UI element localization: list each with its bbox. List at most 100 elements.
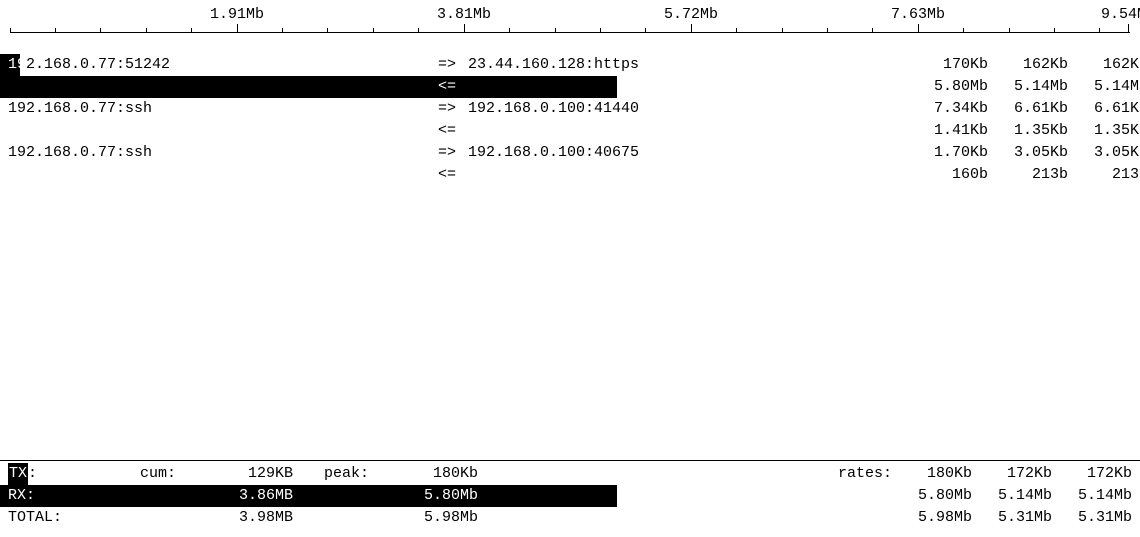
connection-dest-blank [468, 120, 908, 142]
rate-2s: 5.80Mb [908, 76, 988, 98]
tx-rate-40s: 172Kb [1052, 463, 1132, 485]
rate-10s: 162Kb [988, 54, 1068, 76]
ruler-tick-minor [509, 28, 510, 32]
rx-cum: 3.86MB [188, 485, 293, 507]
peak-label: peak: [293, 463, 373, 485]
ruler-tick-minor [146, 28, 147, 32]
rate-10s: 5.14Mb [988, 76, 1068, 98]
rx-peak: 5.80Mb [373, 485, 478, 507]
ruler-label: 3.81Mb [437, 4, 491, 26]
connection-row-in[interactable]: <= 5.80Mb 5.14Mb 5.14Mb [0, 76, 1140, 98]
rate-40s: 5.14Mb [1068, 76, 1140, 98]
ruler-tick-minor [100, 28, 101, 32]
connection-row-in[interactable]: <= 160b 213b 213b [0, 164, 1140, 186]
connection-dest-address: 23.44.160.128:https [468, 54, 908, 76]
tx-peak: 180Kb [373, 463, 478, 485]
cum-label: cum: [78, 463, 188, 485]
rates-label: rates: [822, 463, 892, 485]
rate-2s: 170Kb [908, 54, 988, 76]
ruler-baseline [10, 32, 1130, 33]
ruler-tick-minor [1099, 28, 1100, 32]
ruler-tick-minor [782, 28, 783, 32]
summary-tx-row: TX: cum: 129KB peak: 180Kb rates: 180Kb … [0, 463, 1140, 485]
total-rate-10s: 5.31Mb [972, 507, 1052, 529]
rx-rate-40s: 5.14Mb [1052, 485, 1132, 507]
rx-label: RX: [8, 485, 78, 507]
total-label: TOTAL: [8, 507, 78, 529]
out-arrow-icon: => [438, 142, 468, 164]
ruler-label: 5.72Mb [664, 4, 718, 26]
out-arrow-icon: => [438, 54, 468, 76]
peak-label-blank [293, 507, 373, 529]
ruler-tick-minor [1009, 28, 1010, 32]
summary-footer: TX: cum: 129KB peak: 180Kb rates: 180Kb … [0, 460, 1140, 529]
ruler-tick-minor [418, 28, 419, 32]
ruler-tick-minor [1054, 28, 1055, 32]
tx-rate-10s: 172Kb [972, 463, 1052, 485]
tx-rate-2s: 180Kb [892, 463, 972, 485]
rx-rate-10s: 5.14Mb [972, 485, 1052, 507]
rate-2s: 160b [908, 164, 988, 186]
ruler-tick-minor [736, 28, 737, 32]
summary-total-row: TOTAL: 3.98MB 5.98Mb 5.98Mb 5.31Mb 5.31M… [0, 507, 1140, 529]
cum-label-blank [78, 507, 188, 529]
total-rate-2s: 5.98Mb [892, 507, 972, 529]
connection-source-blank [8, 76, 438, 98]
ruler-tick-minor [827, 28, 828, 32]
ruler-label: 1.91Mb [210, 4, 264, 26]
ruler-tick-minor [645, 28, 646, 32]
connection-list: 192.168.0.77:51242 => 23.44.160.128:http… [0, 54, 1140, 186]
connection-dest-address: 192.168.0.100:41440 [468, 98, 908, 120]
in-arrow-icon: <= [438, 164, 468, 186]
in-arrow-icon: <= [438, 76, 468, 98]
rate-10s: 1.35Kb [988, 120, 1068, 142]
connection-dest-blank [468, 76, 908, 98]
ruler-tick-minor [555, 28, 556, 32]
connection-row-in[interactable]: <= 1.41Kb 1.35Kb 1.35Kb [0, 120, 1140, 142]
connection-dest-address: 192.168.0.100:40675 [468, 142, 908, 164]
rate-40s: 162Kb [1068, 54, 1140, 76]
ruler-tick-minor [600, 28, 601, 32]
rate-10s: 6.61Kb [988, 98, 1068, 120]
rate-10s: 3.05Kb [988, 142, 1068, 164]
out-arrow-icon: => [438, 98, 468, 120]
ruler-tick-minor [373, 28, 374, 32]
connection-row-out[interactable]: 192.168.0.77:51242 => 23.44.160.128:http… [0, 54, 1140, 76]
ruler-tick-minor [10, 28, 11, 32]
connection-source-address: 192.168.0.77:ssh [8, 98, 438, 120]
connection-source-blank [8, 120, 438, 142]
connection-source-address: 192.168.0.77:51242 [8, 54, 438, 76]
ruler-tick-minor [191, 28, 192, 32]
connection-source-blank [8, 164, 438, 186]
in-arrow-icon: <= [438, 120, 468, 142]
ruler-tick-minor [963, 28, 964, 32]
peak-label-blank [293, 485, 373, 507]
ruler-tick-minor [282, 28, 283, 32]
connection-row-out[interactable]: 192.168.0.77:ssh => 192.168.0.100:40675 … [0, 142, 1140, 164]
connection-dest-blank [468, 164, 908, 186]
bandwidth-scale-ruler: 1.91Mb 3.81Mb 5.72Mb 7.63Mb 9.54Mb [0, 0, 1140, 44]
ruler-tick-minor [55, 28, 56, 32]
rates-label-blank [822, 507, 892, 529]
ruler-tick-minor [872, 28, 873, 32]
total-rate-40s: 5.31Mb [1052, 507, 1132, 529]
cum-label-blank [78, 485, 188, 507]
summary-rx-row: RX: 3.86MB 5.80Mb 5.80Mb 5.14Mb 5.14Mb [0, 485, 1140, 507]
ruler-label: 9.54Mb [1101, 4, 1140, 26]
total-peak: 5.98Mb [373, 507, 478, 529]
rate-2s: 7.34Kb [908, 98, 988, 120]
rate-40s: 213b [1068, 164, 1140, 186]
rate-10s: 213b [988, 164, 1068, 186]
connection-source-address: 192.168.0.77:ssh [8, 142, 438, 164]
rate-40s: 6.61Kb [1068, 98, 1140, 120]
total-cum: 3.98MB [188, 507, 293, 529]
rate-40s: 3.05Kb [1068, 142, 1140, 164]
rate-2s: 1.70Kb [908, 142, 988, 164]
tx-label: TX: [8, 463, 78, 485]
rates-label-blank [822, 485, 892, 507]
connection-row-out[interactable]: 192.168.0.77:ssh => 192.168.0.100:41440 … [0, 98, 1140, 120]
rx-rate-2s: 5.80Mb [892, 485, 972, 507]
rate-2s: 1.41Kb [908, 120, 988, 142]
rate-40s: 1.35Kb [1068, 120, 1140, 142]
ruler-label: 7.63Mb [891, 4, 945, 26]
